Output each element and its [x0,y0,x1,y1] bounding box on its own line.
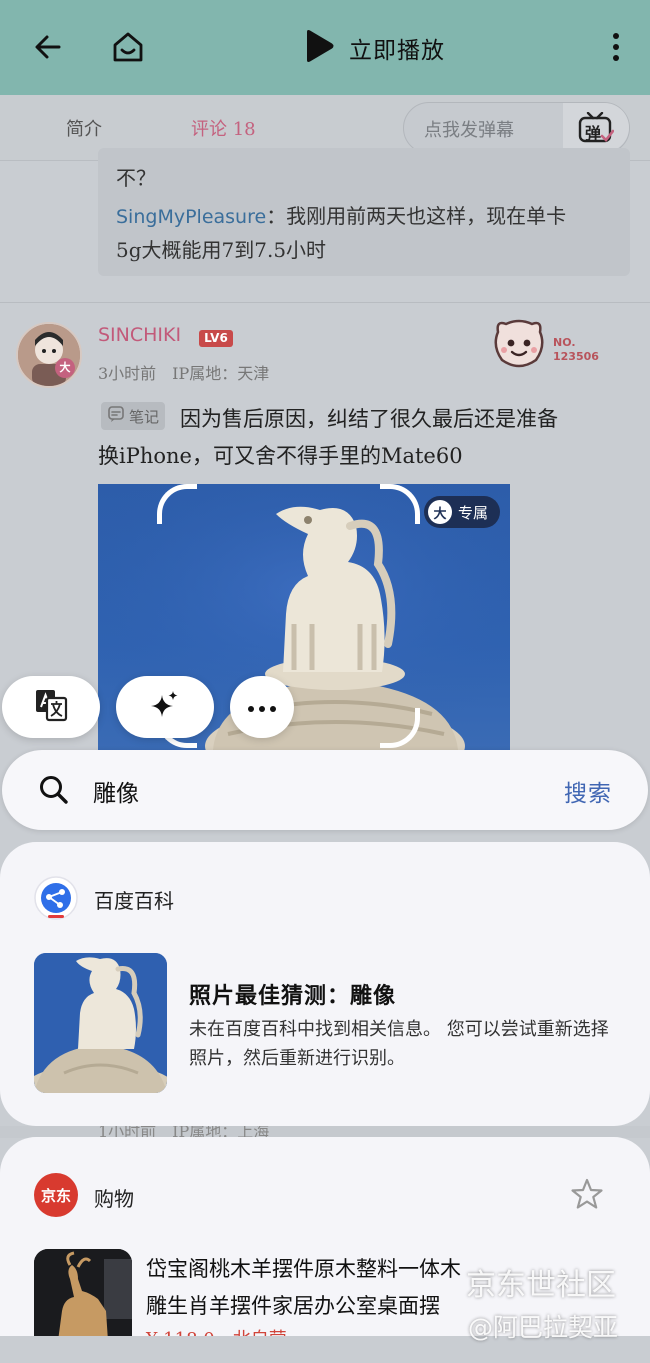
fan-number: NO. 123506 [553,336,599,364]
translate-icon [34,688,68,726]
comment-text-line2: 换iPhone，可又舍不得手里的Mate60 [98,444,463,468]
reply-text-line1: 不？ [116,166,156,190]
shopping-source-label: 购物 [94,1187,134,1211]
comment-text-line1: 因为售后原因，纠结了很久最后还是准备 [180,407,558,431]
search-button[interactable]: 搜索 [564,774,612,808]
reply-preview[interactable]: 不？ SingMyPleasure：我刚用前两天也这样，现在单卡 5g大概能用7… [98,148,630,276]
baidu-baike-logo-icon [34,876,78,924]
reply-line2: SingMyPleasure：我刚用前两天也这样，现在单卡 [116,200,566,229]
exclusive-badge: 大 专属 [424,496,501,528]
avatar[interactable] [16,322,82,388]
search-icon [38,774,70,810]
danmaku-button-label: 弹 [585,123,602,143]
product-title-line2[interactable]: 雕生肖羊摆件家居办公室桌面摆 [146,1290,440,1320]
back-icon[interactable] [27,26,69,68]
fan-badge-icon[interactable] [492,318,546,370]
reply-text-line3: 5g大概能用7到7.5小时 [116,238,327,262]
baike-thumbnail[interactable] [34,953,167,1093]
level-badge: LV6 [199,330,233,347]
reply-text: ：我刚用前两天也这样，现在单卡 [266,204,567,228]
note-icon [107,405,125,427]
play-now-label: 立即播放 [349,38,445,64]
avatar-badge: 大 [55,358,75,378]
product-title-line1[interactable]: 岱宝阁桃木羊摆件原木整料一体木 [146,1253,461,1283]
exclusive-badge-label: 专属 [458,503,489,522]
comment-username[interactable]: SINCHIKI [98,324,181,346]
baike-source-label: 百度百科 [94,889,174,913]
jd-logo: 京东 [34,1173,78,1217]
star-icon[interactable] [570,1177,604,1215]
danmaku-tv-icon: 弹 [578,111,614,144]
fan-number-value: 123506 [553,350,599,363]
comment-divider [0,302,650,303]
play-icon [303,29,335,67]
more-horizontal-icon [247,698,277,717]
baike-result-card[interactable]: 百度百科 照片最佳猜测：雕像 未在百度百科中找到相关信息。 您可以尝试重新选择照… [0,842,650,1126]
exclusive-badge-dot: 大 [428,500,452,524]
app-bar: 立即播放 [0,0,650,95]
note-tag: 笔记 [101,402,166,430]
note-tag-label: 笔记 [129,407,160,426]
jd-logo-label: 京东 [40,1186,71,1205]
translate-button[interactable] [2,676,100,738]
more-vertical-icon[interactable] [595,26,637,68]
home-icon[interactable] [107,26,149,68]
danmaku-placeholder: 点我发弹幕 [424,120,514,141]
result-title: 照片最佳猜测：雕像 [189,983,397,1009]
tab-intro[interactable]: 简介 [66,115,102,141]
danmaku-input[interactable]: 点我发弹幕 弹 [403,102,630,154]
watermark-line1: 京东世社区 [466,1268,616,1303]
danmaku-toggle-button[interactable]: 弹 [563,103,629,152]
tab-comments[interactable]: 评论 18 [191,115,256,141]
comment-meta: 3小时前 IP属地：天津 [98,364,270,383]
search-query-input[interactable]: 雕像 [93,774,139,808]
result-description: 未在百度百科中找到相关信息。 您可以尝试重新选择照片，然后重新进行识别。 [189,1019,609,1069]
fan-number-label: NO. [553,336,576,349]
reply-username[interactable]: SingMyPleasure [116,206,266,228]
sparkle-icon [149,689,181,725]
more-options-button[interactable] [230,676,294,738]
watermark-line2: @阿巴拉契亚 [468,1313,619,1342]
ai-sparkle-button[interactable] [116,676,214,738]
visual-search-bar[interactable]: 雕像 搜索 [2,750,648,830]
play-now-button[interactable]: 立即播放 [303,28,445,68]
